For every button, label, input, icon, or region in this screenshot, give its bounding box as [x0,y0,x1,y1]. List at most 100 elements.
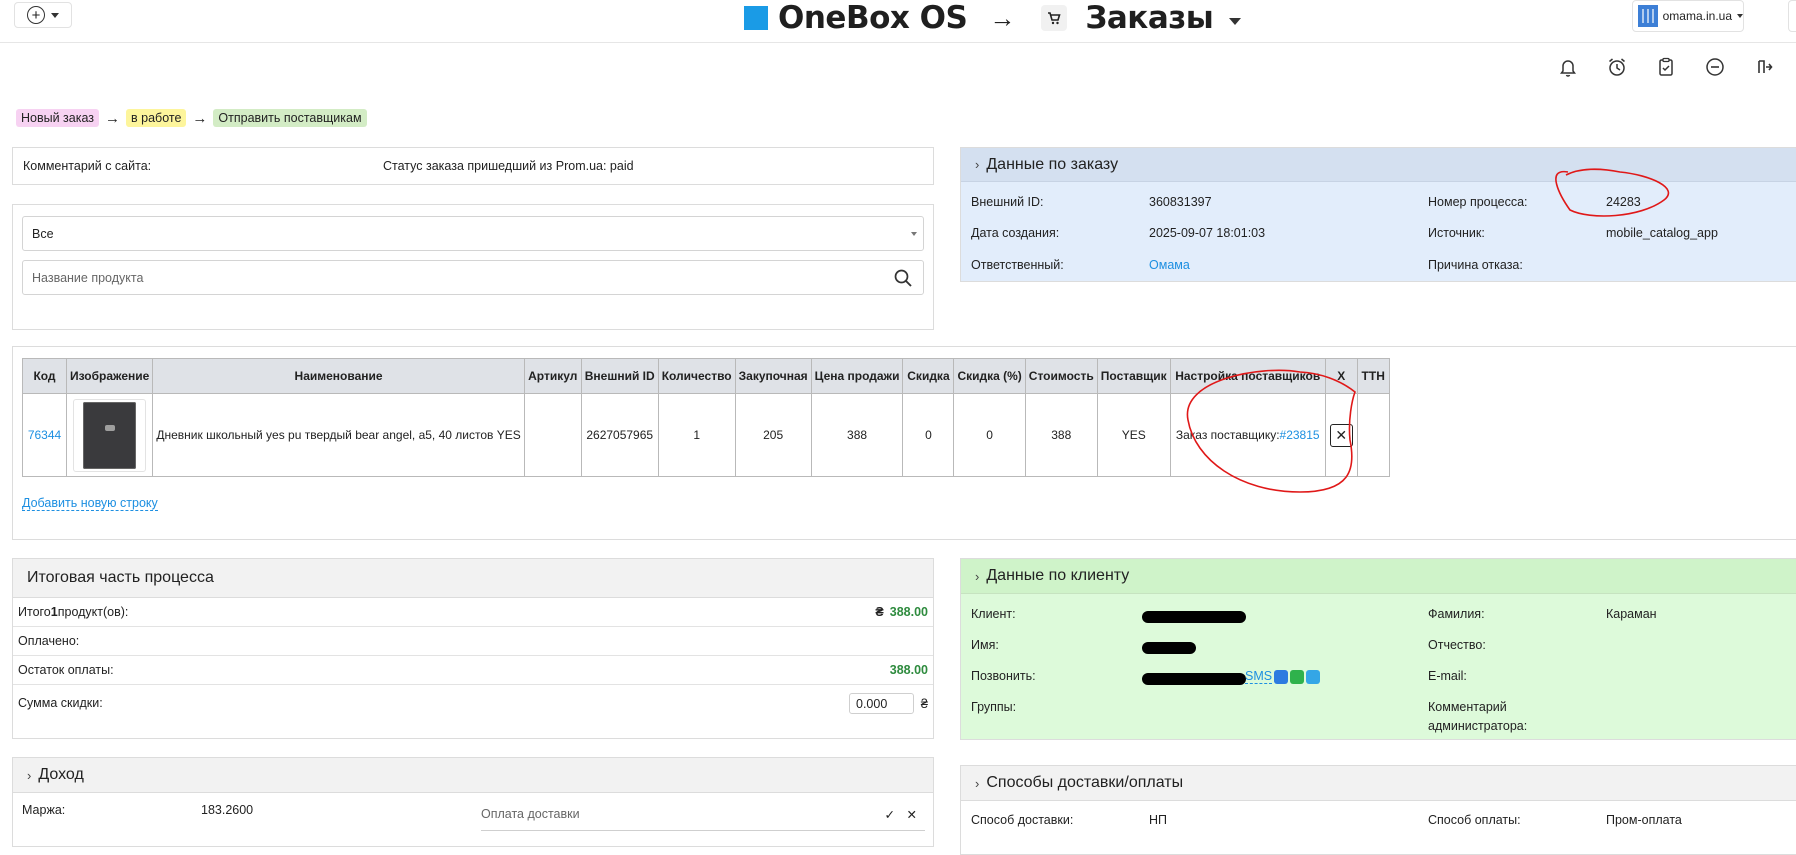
create-new-button[interactable]: + [14,2,72,28]
column-header: Внешний ID [580,358,659,394]
column-header: Настройка поставщиков [1169,358,1326,394]
redacted-name [1142,642,1196,654]
arrow-icon: → [192,109,208,127]
breadcrumb-title: OneBox OS → Заказы [744,0,1242,36]
module-title[interactable]: Заказы [1085,0,1213,36]
viber-icon[interactable] [1274,669,1289,684]
client-header[interactable]: › Данные по клиенту [961,559,1796,594]
income-panel: › Доход Маржа: 183.2600 Оплата доставки … [12,757,934,847]
arrow-icon: → [105,109,121,127]
margin-label: Маржа: [22,803,66,817]
source-value: mobile_catalog_app [1606,226,1718,240]
search-icon[interactable] [893,268,913,291]
admin-comment-label-1: Комментарий [1428,700,1507,714]
counter-button[interactable]: 0 [1788,0,1796,32]
chevron-down-icon [51,12,59,18]
discount-label: Сумма скидки: [18,696,103,710]
chevron-right-icon: › [975,775,980,791]
chevron-right-icon: › [975,157,980,172]
telegram-icon[interactable] [1306,669,1321,684]
column-header: Код [22,358,67,394]
total-count: 1 [50,605,58,619]
delivery-title: Способы доставки/оплаты [986,774,1184,791]
total-suffix: продукт(ов): [57,605,129,619]
column-header: Количество [657,358,736,394]
product-discount[interactable]: 0 [902,393,955,477]
product-discount-pct[interactable]: 0 [953,393,1026,477]
add-row-link[interactable]: Добавить новую строку [22,496,158,511]
product-search-input[interactable]: Название продукта [22,260,924,295]
totals-title: Итоговая часть процесса [13,559,933,598]
supplier-order-link[interactable]: #23815 [1280,428,1320,442]
product-name: Дневник школьный yes pu твердый bear ang… [152,393,525,477]
currency-icon: ₴ [920,695,928,711]
top-bar: + OneBox OS → Заказы omama.in.ua 0 [0,0,1796,43]
contact-links: SMS [1245,669,1321,684]
app-logo [744,6,768,30]
close-icon[interactable]: ✕ [907,807,917,822]
column-header: Скидка [902,358,955,394]
products-panel: Код Изображение Наименование Артикул Вне… [12,346,1796,540]
bell-icon[interactable] [1557,56,1579,78]
workflow-breadcrumb: Новый заказ → в работе → Отправить поста… [16,109,367,127]
column-header: X [1324,358,1358,394]
status-new-order[interactable]: Новый заказ [16,109,100,127]
close-icon: ✕ [1335,426,1348,443]
alarm-clock-icon[interactable] [1606,56,1628,78]
redacted-client [1142,611,1246,623]
responsible-link[interactable]: Омама [1149,258,1190,272]
comment-label: Комментарий с сайта: [23,159,152,173]
discount-input[interactable]: 0.000 [849,692,914,714]
product-supplier[interactable]: YES [1096,393,1171,477]
remaining-value: 388.00 [889,663,928,677]
check-icon[interactable]: ✓ [885,807,895,822]
product-code-link[interactable]: 76344 [28,428,61,442]
margin-value: 183.2600 [201,803,254,817]
minus-circle-icon[interactable] [1704,56,1726,78]
search-placeholder: Название продукта [32,271,144,285]
column-header: Стоимость [1024,358,1098,394]
created-value: 2025-09-07 18:01:03 [1149,226,1266,240]
delivery-header[interactable]: › Способы доставки/оплаты [961,766,1796,801]
product-sale-price[interactable]: 388 [810,393,904,477]
delivery-payment-input[interactable]: Оплата доставки ✓ ✕ [481,807,925,831]
product-article [523,393,582,477]
client-title: Данные по клиенту [986,567,1130,584]
products-table: Код Изображение Наименование Артикул Вне… [22,358,1390,477]
client-label: Клиент: [971,607,1016,621]
product-purchase-price[interactable]: 205 [734,393,812,477]
product-image[interactable] [73,398,147,472]
cart-icon [1041,5,1068,31]
email-label: E-mail: [1428,669,1467,683]
table-header-row: Код Изображение Наименование Артикул Вне… [22,358,1390,394]
call-label: Позвонить: [971,669,1036,683]
process-value: 24283 [1606,195,1641,209]
site-comment-panel: Комментарий с сайта: Статус заказа прише… [12,147,934,185]
logout-icon[interactable] [1753,56,1775,78]
arrow-icon: → [989,2,1016,33]
select-value: Все [32,227,54,241]
totals-panel: Итоговая часть процесса Итого 1 продукт(… [12,558,934,739]
column-header: Артикул [523,358,582,394]
site-selector[interactable]: omama.in.ua [1632,0,1744,32]
whatsapp-icon[interactable] [1290,669,1305,684]
order-header[interactable]: › Данные по заказу [961,148,1796,182]
prom-status-text: Статус заказа пришедший из Prom.ua: paid [383,159,634,173]
column-header: Изображение [65,358,154,394]
clipboard-icon[interactable] [1655,56,1677,78]
paid-row: Оплачено: [13,627,933,656]
column-header: ТТН [1356,358,1390,394]
product-filter-select[interactable]: Все [22,216,924,251]
delivery-payment-panel: › Способы доставки/оплаты Способ доставк… [960,765,1796,855]
app-name[interactable]: OneBox OS [778,0,968,36]
income-header[interactable]: › Доход [13,758,933,793]
redacted-phone [1142,673,1246,685]
reject-label: Причина отказа: [1428,258,1523,272]
module-dropdown-icon[interactable] [1229,17,1242,25]
remove-row-button[interactable]: ✕ [1329,423,1353,447]
sms-link[interactable]: SMS [1245,669,1273,684]
status-send-to-suppliers[interactable]: Отправить поставщикам [213,109,367,127]
product-quantity[interactable]: 1 [657,393,736,477]
status-in-progress[interactable]: в работе [126,109,187,127]
supplier-settings-cell: Заказ поставщику:#23815 [1169,393,1326,477]
